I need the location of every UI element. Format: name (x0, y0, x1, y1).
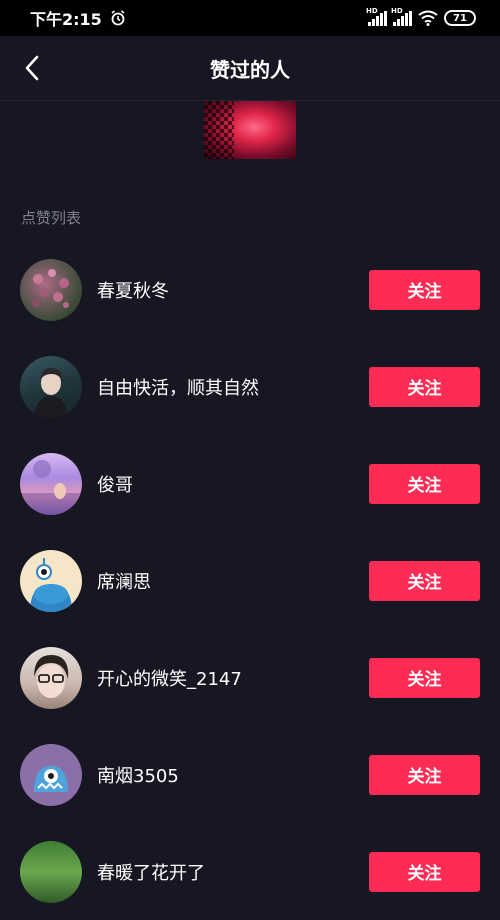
follow-button[interactable]: 关注 (369, 851, 480, 892)
list-item[interactable]: 俊哥 关注 (0, 435, 500, 532)
list-item[interactable]: 春暖了花开了 关注 (0, 823, 500, 920)
user-name[interactable]: 俊哥 (97, 471, 133, 497)
avatar[interactable] (20, 549, 82, 612)
avatar[interactable] (20, 646, 82, 709)
status-left: 下午2:15 (30, 6, 126, 30)
user-name[interactable]: 开心的微笑_2147 (97, 665, 242, 691)
signal-hd-label-2: HD (391, 7, 403, 15)
header: 赞过的人 (0, 36, 500, 101)
list-item[interactable]: 自由快活，顺其自然 关注 (0, 338, 500, 435)
status-bar: 下午2:15 HD HD 71 (0, 0, 500, 36)
battery-level: 71 (453, 12, 467, 24)
chevron-left-icon (25, 55, 39, 81)
list-item[interactable]: 南烟3505 关注 (0, 726, 500, 823)
list-item[interactable]: 春夏秋冬 关注 (0, 241, 500, 338)
list-item[interactable]: 开心的微笑_2147 关注 (0, 629, 500, 726)
section-title: 点赞列表 (21, 209, 82, 227)
avatar[interactable] (20, 840, 82, 903)
signal-icon: HD (366, 7, 387, 26)
avatar[interactable] (20, 743, 82, 806)
page-title: 赞过的人 (210, 57, 290, 82)
user-name[interactable]: 春暖了花开了 (97, 859, 205, 885)
follow-button[interactable]: 关注 (369, 657, 480, 698)
status-time: 下午2:15 (30, 10, 102, 29)
wifi-icon (418, 10, 438, 26)
follow-button[interactable]: 关注 (369, 269, 480, 310)
signal-hd-label: HD (366, 7, 378, 15)
avatar[interactable] (20, 258, 82, 321)
back-button[interactable] (18, 54, 46, 82)
thumbnail-pattern (204, 101, 234, 159)
user-name[interactable]: 席澜思 (97, 568, 151, 594)
user-name[interactable]: 自由快活，顺其自然 (97, 374, 259, 400)
signal-icon-2: HD (391, 7, 412, 26)
video-thumbnail[interactable] (204, 101, 296, 159)
avatar[interactable] (20, 355, 82, 418)
user-name[interactable]: 南烟3505 (97, 762, 179, 788)
status-right: HD HD 71 (366, 7, 476, 26)
follow-button[interactable]: 关注 (369, 463, 480, 504)
follow-button[interactable]: 关注 (369, 366, 480, 407)
battery-icon: 71 (444, 10, 476, 26)
list-item[interactable]: 席澜思 关注 (0, 532, 500, 629)
follow-button[interactable]: 关注 (369, 560, 480, 601)
likers-list: 春夏秋冬 关注 自由快活，顺其自然 关注 俊哥 关注 席澜思 关注 开心的微笑_… (0, 241, 500, 920)
avatar[interactable] (20, 452, 82, 515)
user-name[interactable]: 春夏秋冬 (97, 277, 169, 303)
follow-button[interactable]: 关注 (369, 754, 480, 795)
alarm-icon (111, 10, 125, 26)
